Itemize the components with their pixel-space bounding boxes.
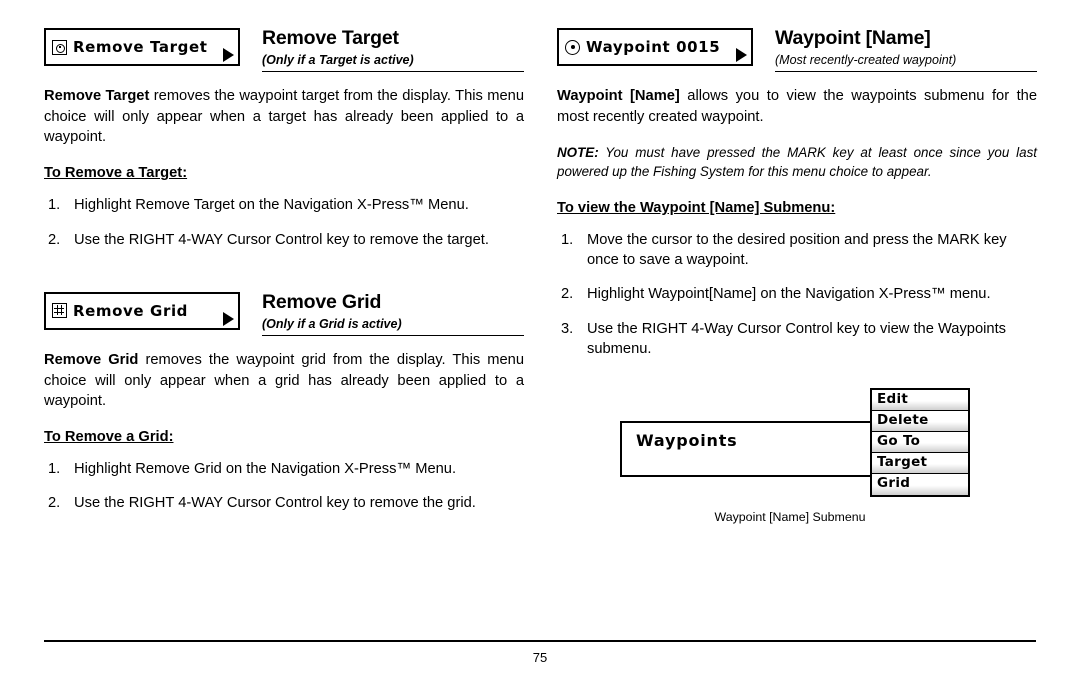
lcd-label: Remove Grid [73, 301, 189, 320]
figure-caption: Waypoint [Name] Submenu [714, 510, 866, 524]
subsection-heading: To Remove a Target: [44, 165, 188, 182]
note-tag: NOTE: [557, 145, 599, 160]
list-item: 2. Highlight Waypoint[Name] on the Naviga… [557, 284, 1037, 304]
subsection-heading: To view the Waypoint [Name] Submenu: [557, 199, 836, 216]
subsection-heading: To Remove a Grid: [44, 429, 174, 446]
right-column: Waypoint 0015 Waypoint [Name] (Most rece… [557, 27, 1037, 363]
section-body: Waypoint [Name] allows you to view the w… [557, 86, 1037, 127]
right-arrow-icon [736, 48, 747, 62]
figure-graphic: Waypoints Edit Delete Go To Target Grid [610, 388, 1030, 506]
waypoint-icon [565, 39, 580, 55]
list-item: 1. Move the cursor to the desired positio… [557, 230, 1037, 271]
target-icon [52, 39, 67, 55]
body-bold-lead: Remove Grid [44, 352, 139, 369]
body-bold-lead: Waypoint [Name] [557, 88, 680, 105]
left-column: Remove Target Remove Target (Only if a T… [44, 27, 524, 518]
waypoints-panel: Waypoints [620, 421, 870, 477]
step-number: 3. [561, 320, 574, 337]
menu-item-target[interactable]: Target [872, 453, 968, 474]
section-body: Remove Target removes the waypoint targe… [44, 86, 524, 147]
figure-waypoint-submenu: Waypoints Edit Delete Go To Target Grid … [610, 388, 1030, 524]
lcd-label: Remove Target [73, 38, 208, 56]
page-title-waypoint-name: Waypoint [Name] [775, 27, 931, 49]
list-item: 2. Use the RIGHT 4-WAY Cursor Control key… [44, 493, 524, 513]
note-text: You must have pressed the MARK key at le… [557, 145, 1037, 180]
step-text: Use the RIGHT 4-Way Cursor Control key t… [587, 320, 1007, 357]
step-text: Use the RIGHT 4-WAY Cursor Control key t… [74, 231, 489, 248]
lcd-menu-item-remove-grid: Remove Grid [44, 291, 240, 330]
manual-page: Remove Target Remove Target (Only if a T… [0, 0, 1080, 688]
menu-item-grid[interactable]: Grid [872, 474, 968, 495]
section-remove-grid: Remove Grid Remove Grid (Only if a Grid … [44, 290, 524, 514]
note-paragraph: NOTE: You must have pressed the MARK key… [557, 143, 1037, 182]
page-title-remove-target: Remove Target [262, 27, 399, 49]
list-item: 1. Highlight Remove Grid on the Navigatio… [44, 459, 524, 479]
step-text: Highlight Waypoint[Name] on the Navigati… [587, 286, 991, 303]
page-title-remove-grid: Remove Grid [262, 290, 382, 313]
section-subtitle: (Only if a Grid is active) [262, 317, 524, 337]
page-number: 75 [532, 650, 548, 665]
footer-divider [44, 640, 1036, 642]
menu-item-edit[interactable]: Edit [872, 390, 968, 411]
section-body: Remove Grid removes the waypoint grid fr… [44, 350, 524, 411]
step-number: 1. [48, 197, 61, 214]
step-text: Use the RIGHT 4-WAY Cursor Control key t… [74, 495, 476, 512]
steps-list: 1. Highlight Remove Grid on the Navigatio… [44, 459, 524, 514]
step-text: Move the cursor to the desired position … [587, 231, 1007, 269]
list-item: 3. Use the RIGHT 4-Way Cursor Control key… [557, 319, 1037, 360]
menu-item-delete[interactable]: Delete [872, 411, 968, 432]
step-number: 1. [561, 231, 574, 248]
waypoint-submenu: Edit Delete Go To Target Grid [870, 388, 970, 497]
step-number: 1. [48, 461, 61, 478]
step-number: 2. [48, 231, 61, 248]
section-waypoint-name: Waypoint 0015 Waypoint [Name] (Most rece… [557, 27, 1037, 359]
step-text: Highlight Remove Target on the Navigatio… [74, 197, 469, 214]
section-header: Remove Target Remove Target (Only if a T… [44, 27, 524, 73]
lcd-menu-item-remove-target: Remove Target [44, 28, 240, 66]
right-arrow-icon [223, 311, 234, 326]
step-text: Highlight Remove Grid on the Navigation … [74, 461, 457, 478]
list-item: 1. Highlight Remove Target on the Navigat… [44, 195, 524, 215]
menu-item-go-to[interactable]: Go To [872, 432, 968, 453]
body-bold-lead: Remove Target [44, 88, 150, 105]
list-item: 2. Use the RIGHT 4-WAY Cursor Control key… [44, 230, 524, 250]
step-number: 2. [48, 495, 61, 512]
lcd-menu-item-waypoint: Waypoint 0015 [557, 28, 753, 66]
section-remove-target: Remove Target Remove Target (Only if a T… [44, 27, 524, 250]
lcd-label: Waypoint 0015 [586, 38, 721, 56]
step-number: 2. [561, 286, 574, 303]
section-subtitle: (Only if a Target is active) [262, 53, 524, 73]
steps-list: 1. Highlight Remove Target on the Navigat… [44, 195, 524, 250]
waypoints-panel-label: Waypoints [636, 431, 738, 450]
section-subtitle: (Most recently-created waypoint) [775, 53, 1037, 73]
steps-list: 1. Move the cursor to the desired positio… [557, 230, 1037, 359]
section-header: Remove Grid Remove Grid (Only if a Grid … [44, 290, 524, 337]
right-arrow-icon [223, 48, 234, 62]
grid-icon [52, 303, 67, 319]
section-header: Waypoint 0015 Waypoint [Name] (Most rece… [557, 27, 1037, 73]
